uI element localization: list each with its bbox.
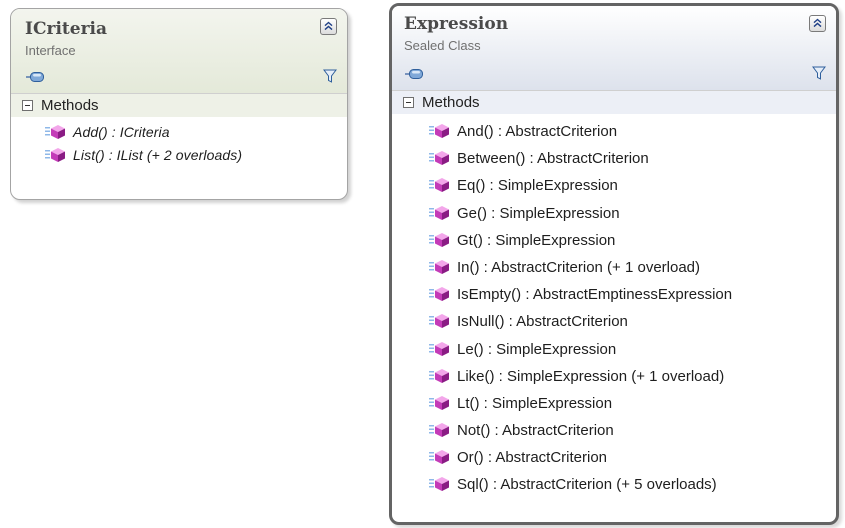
member-label: List() : IList (+ 2 overloads) [73,147,243,163]
member-label: Like() : SimpleExpression (+ 1 overload) [457,367,725,385]
method-icon [429,232,451,248]
member-label: And() : AbstractCriterion [457,123,618,140]
member-label: Ge() : SimpleExpression [457,204,620,222]
member-row[interactable]: Gt() : SimpleExpression [392,227,836,254]
method-icon [429,177,451,193]
member-row[interactable]: Eq() : SimpleExpression [392,172,836,199]
icriteria-methods-section[interactable]: Methods [11,93,347,117]
expression-title: Expression [404,14,509,34]
collapse-icon[interactable] [809,15,826,32]
expander-icon[interactable] [22,100,33,111]
method-icon [429,368,451,384]
method-icon [45,147,67,163]
section-label: Methods [41,97,99,114]
expression-header: Expression Sealed Class [392,6,836,90]
filter-icon[interactable] [812,66,826,80]
method-icon [429,313,451,329]
member-label: Sql() : AbstractCriterion (+ 5 overloads… [457,476,717,494]
member-row[interactable]: IsEmpty() : AbstractEmptinessExpression [392,281,836,308]
icriteria-member-list: Add() : ICriteria List() : IList (+ 2 ov… [11,117,347,167]
method-icon [429,150,451,166]
member-row[interactable]: Le() : SimpleExpression [392,336,836,363]
method-icon [429,422,451,438]
expression-stereotype: Sealed Class [404,38,481,53]
member-row[interactable]: Lt() : SimpleExpression [392,390,836,417]
icriteria-title: ICriteria [25,19,107,39]
member-label: Or() : AbstractCriterion [457,449,608,467]
method-icon [429,123,451,139]
expression-member-list: And() : AbstractCriterion Between() : Ab… [392,114,836,499]
member-label: Eq() : SimpleExpression [457,177,618,195]
method-icon [429,395,451,411]
expression-class-shape[interactable]: Expression Sealed Class Methods And() : … [389,3,839,525]
method-icon [429,341,451,357]
member-label: IsEmpty() : AbstractEmptinessExpression [457,286,733,304]
icriteria-stereotype: Interface [25,43,76,58]
expression-methods-section[interactable]: Methods [392,90,836,114]
member-row[interactable]: Between() : AbstractCriterion [392,145,836,172]
member-label: Between() : AbstractCriterion [457,150,649,168]
member-row[interactable]: Sql() : AbstractCriterion (+ 5 overloads… [392,471,836,498]
member-row[interactable]: Not() : AbstractCriterion [392,417,836,444]
shortcut-icon [404,68,426,80]
method-icon [429,449,451,465]
class-diagram-canvas: ICriteria Interface Methods Add() : ICri… [0,0,845,528]
collapse-icon[interactable] [320,18,337,35]
member-label: Not() : AbstractCriterion [457,422,614,440]
method-icon [45,124,67,140]
filter-icon[interactable] [323,69,337,83]
member-row[interactable]: List() : IList (+ 2 overloads) [11,144,347,167]
icriteria-header: ICriteria Interface [11,9,347,93]
member-row[interactable]: And() : AbstractCriterion [392,118,836,145]
member-row[interactable]: Add() : ICriteria [11,121,347,144]
expander-icon[interactable] [403,97,414,108]
method-icon [429,476,451,492]
member-row[interactable]: In() : AbstractCriterion (+ 1 overload) [392,254,836,281]
method-icon [429,286,451,302]
member-label: Le() : SimpleExpression [457,340,617,358]
member-label: Add() : ICriteria [73,124,170,140]
member-row[interactable]: Or() : AbstractCriterion [392,444,836,471]
member-row[interactable]: Ge() : SimpleExpression [392,200,836,227]
section-label: Methods [422,94,480,111]
member-row[interactable]: IsNull() : AbstractCriterion [392,308,836,335]
method-icon [429,259,451,275]
member-row[interactable]: Like() : SimpleExpression (+ 1 overload) [392,363,836,390]
member-label: Gt() : SimpleExpression [457,231,616,249]
icriteria-interface-shape[interactable]: ICriteria Interface Methods Add() : ICri… [10,8,348,200]
shortcut-icon [25,71,47,83]
method-icon [429,205,451,221]
member-label: IsNull() : AbstractCriterion [457,313,628,331]
member-label: In() : AbstractCriterion (+ 1 overload) [457,258,701,276]
member-label: Lt() : SimpleExpression [457,394,613,412]
